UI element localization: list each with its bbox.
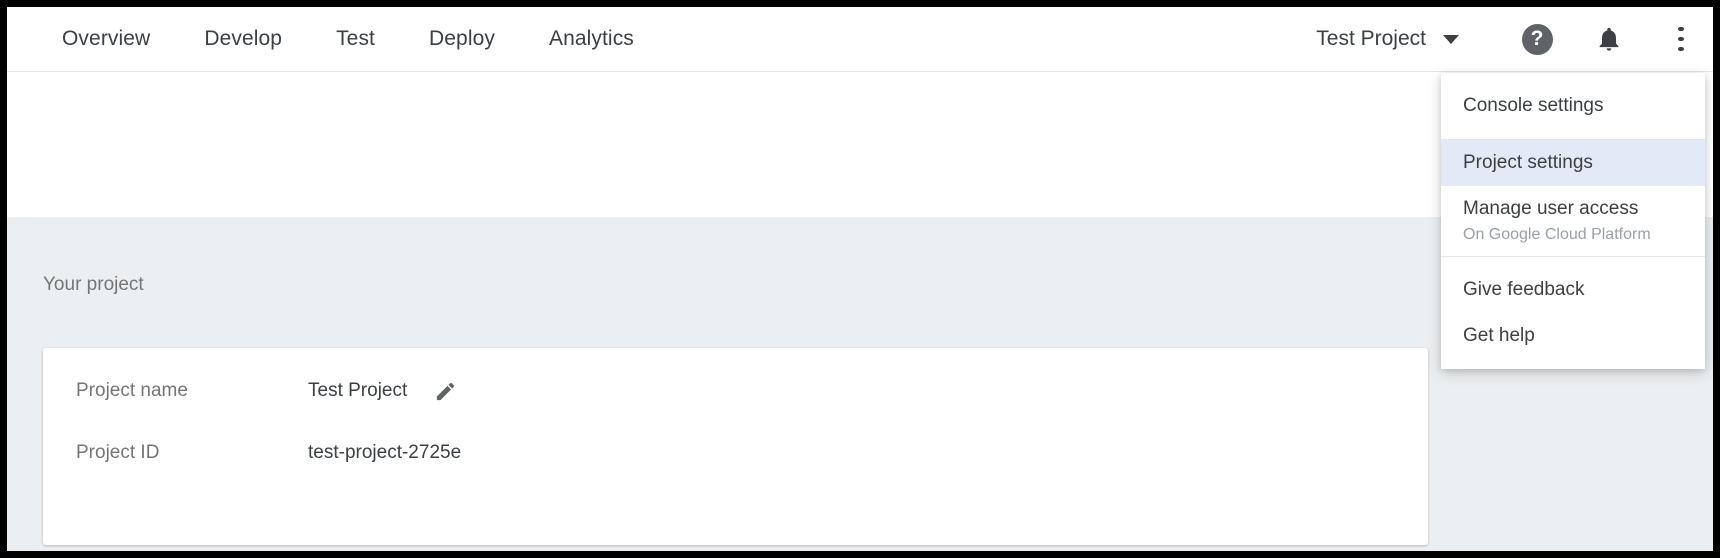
- menu-item-get-help[interactable]: Get help: [1441, 313, 1705, 359]
- more-options-button[interactable]: [1659, 17, 1703, 61]
- project-id-value: test-project-2725e: [308, 442, 462, 463]
- chevron-down-icon: [1443, 34, 1459, 44]
- menu-item-sublabel: On Google Cloud Platform: [1463, 226, 1651, 244]
- project-name-label: Project name: [76, 380, 188, 401]
- menu-group-support: Give feedback Get help: [1441, 257, 1705, 369]
- menu-group-project: Project settings Manage user access On G…: [1441, 139, 1705, 257]
- project-switcher[interactable]: Test Project: [1316, 27, 1459, 51]
- primary-nav: Overview Develop Test Deploy Analytics: [62, 27, 634, 51]
- project-name-value-group: Test Project: [308, 378, 458, 404]
- nav-item-overview[interactable]: Overview: [62, 27, 150, 51]
- menu-item-manage-user-access[interactable]: Manage user access On Google Cloud Platf…: [1441, 186, 1705, 257]
- pencil-icon: [436, 382, 454, 400]
- nav-item-analytics[interactable]: Analytics: [549, 27, 634, 51]
- top-navigation-bar: Overview Develop Test Deploy Analytics T…: [7, 7, 1713, 72]
- menu-item-label: Get help: [1463, 325, 1535, 346]
- bell-icon: [1599, 27, 1619, 51]
- menu-item-label: Console settings: [1463, 95, 1604, 116]
- table-row: Project ID test-project-2725e: [43, 432, 1428, 474]
- project-switcher-label: Test Project: [1316, 27, 1426, 50]
- nav-item-develop[interactable]: Develop: [204, 27, 282, 51]
- nav-item-deploy[interactable]: Deploy: [429, 27, 495, 51]
- help-icon: ?: [1521, 23, 1553, 55]
- menu-item-console-settings[interactable]: Console settings: [1441, 83, 1705, 129]
- table-row: Project name Test Project: [43, 370, 1428, 412]
- project-info-card: Project name Test Project Project ID tes…: [43, 348, 1428, 545]
- menu-group-console: Console settings: [1441, 73, 1705, 139]
- help-icon-glyph: ?: [1530, 26, 1544, 50]
- menu-item-label: Manage user access: [1463, 197, 1639, 219]
- notifications-button[interactable]: [1587, 17, 1631, 61]
- more-options-menu: Console settings Project settings Manage…: [1441, 73, 1705, 369]
- top-nav-actions: Test Project ?: [1316, 17, 1703, 61]
- help-button[interactable]: ?: [1515, 17, 1559, 61]
- app-window: Overview Develop Test Deploy Analytics T…: [0, 0, 1720, 558]
- section-title: Your project: [43, 274, 144, 295]
- project-id-label: Project ID: [76, 442, 160, 463]
- project-name-value: Test Project: [308, 380, 408, 401]
- nav-item-test[interactable]: Test: [336, 27, 375, 51]
- menu-item-project-settings[interactable]: Project settings: [1441, 139, 1705, 186]
- menu-item-label: Project settings: [1463, 151, 1593, 173]
- menu-item-label: Give feedback: [1463, 279, 1585, 301]
- kebab-menu-icon: [1678, 24, 1684, 54]
- edit-project-name-button[interactable]: [432, 378, 458, 404]
- menu-item-give-feedback[interactable]: Give feedback: [1441, 267, 1705, 313]
- project-id-value-group: test-project-2725e: [308, 442, 461, 464]
